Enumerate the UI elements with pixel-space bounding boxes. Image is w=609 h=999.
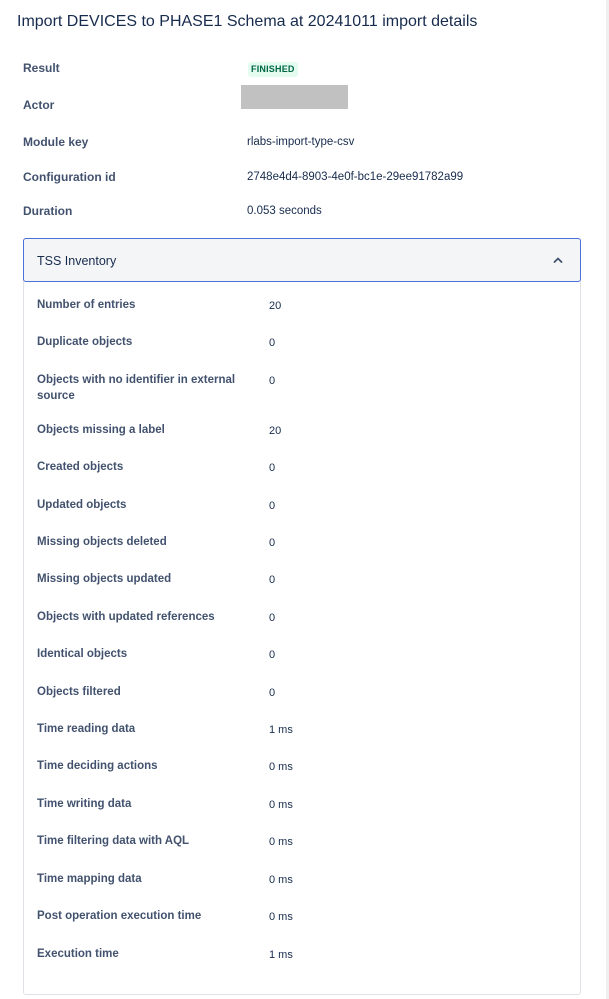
summary-row-duration: Duration 0.053 seconds bbox=[23, 204, 583, 224]
stat-label: Missing objects deleted bbox=[37, 536, 167, 548]
stat-value: 0 ms bbox=[269, 761, 293, 773]
stat-value: 0 bbox=[269, 537, 276, 549]
stat-label: Missing objects updated bbox=[37, 573, 172, 585]
stat-label: Post operation execution time bbox=[37, 910, 202, 922]
stat-label: Time deciding actions bbox=[37, 760, 158, 772]
stat-value: 1 ms bbox=[269, 724, 293, 736]
stat-value: 0 ms bbox=[269, 836, 293, 848]
stat-label: Created objects bbox=[37, 461, 124, 473]
summary-row-actor: Actor bbox=[23, 85, 583, 118]
panel-title: TSS Inventory bbox=[37, 254, 117, 268]
module-key-label: Module key bbox=[23, 135, 89, 149]
stat-value: 0 bbox=[269, 574, 276, 586]
status-badge: FINISHED bbox=[248, 62, 298, 77]
stat-value: 20 bbox=[269, 425, 282, 437]
stat-value: 0 bbox=[269, 500, 276, 512]
stat-label: Execution time bbox=[37, 948, 119, 960]
result-label: Result bbox=[23, 61, 60, 75]
actor-redacted-value bbox=[241, 85, 348, 109]
stat-value: 0 bbox=[269, 337, 276, 349]
stat-value: 0 bbox=[269, 649, 276, 661]
stat-label: Duplicate objects bbox=[37, 336, 133, 348]
stat-value: 1 ms bbox=[269, 949, 293, 961]
duration-label: Duration bbox=[23, 204, 73, 218]
page-title: Import DEVICES to PHASE1 Schema at 20241… bbox=[17, 13, 478, 30]
stat-value: 0 bbox=[269, 462, 276, 474]
stat-value: 0 bbox=[269, 687, 276, 699]
stat-value: 20 bbox=[269, 300, 282, 312]
duration-value: 0.053 seconds bbox=[247, 205, 322, 217]
stat-label: Objects filtered bbox=[37, 686, 121, 698]
stat-label: Objects with no identifier in external s… bbox=[37, 374, 236, 402]
stat-value: 0 bbox=[269, 612, 276, 624]
stat-label: Time writing data bbox=[37, 798, 132, 810]
tss-inventory-panel: TSS Inventory Number of entries 20 Dupli… bbox=[23, 238, 581, 995]
configuration-id-value: 2748e4d4-8903-4e0f-bc1e-29ee91782a99 bbox=[247, 171, 464, 183]
panel-header-toggle[interactable]: TSS Inventory bbox=[23, 238, 581, 282]
stat-value: 0 ms bbox=[269, 911, 293, 923]
summary-row-module-key: Module key rlabs-import-type-csv bbox=[23, 135, 583, 155]
stat-label: Objects with updated references bbox=[37, 611, 215, 623]
stat-value: 0 ms bbox=[269, 874, 293, 886]
stat-label: Time reading data bbox=[37, 723, 136, 735]
stat-label: Objects missing a label bbox=[37, 424, 165, 436]
configuration-id-label: Configuration id bbox=[23, 170, 116, 184]
chevron-up-icon bbox=[553, 257, 563, 263]
stat-label: Identical objects bbox=[37, 648, 128, 660]
summary-row-configuration-id: Configuration id 2748e4d4-8903-4e0f-bc1e… bbox=[23, 170, 583, 190]
stat-label: Time mapping data bbox=[37, 873, 142, 885]
stat-value: 0 bbox=[269, 375, 276, 387]
stat-label: Updated objects bbox=[37, 499, 127, 511]
stat-value: 0 ms bbox=[269, 799, 293, 811]
stat-label: Number of entries bbox=[37, 299, 136, 311]
stat-label: Time filtering data with AQL bbox=[37, 835, 190, 847]
module-key-value: rlabs-import-type-csv bbox=[247, 136, 355, 148]
summary-row-result: Result FINISHED bbox=[23, 61, 583, 81]
actor-label: Actor bbox=[23, 98, 55, 112]
